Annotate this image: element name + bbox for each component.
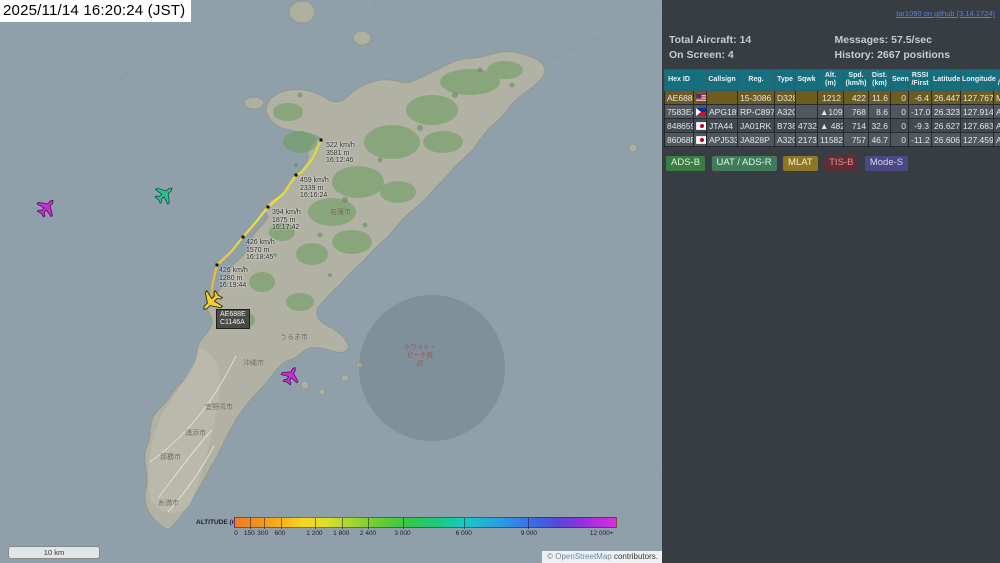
col-callsign[interactable]: Callsign <box>706 69 738 91</box>
stat-history: History: 2667 positions <box>834 49 951 61</box>
table-row-86068f[interactable]: 86068F APJ533 JA828P A320 2173 11582 757… <box>664 132 1000 147</box>
basemap-svg[interactable] <box>0 0 662 563</box>
table-row-848659[interactable]: 848659 JTA44 JA01RK B738 4732 ▲ 4823 714… <box>664 118 1000 133</box>
legend-mlat[interactable]: MLAT <box>783 155 818 171</box>
trail-label-4: 426 km/h 1570 m 16:18:45 <box>246 239 275 261</box>
stat-total-aircraft: Total Aircraft: 14 <box>669 34 752 46</box>
stat-messages: Messages: 57.5/sec <box>834 34 932 46</box>
selected-aircraft-label[interactable]: AE688E C1146A <box>216 309 250 329</box>
legend-modes[interactable]: Mode-S <box>864 155 909 171</box>
trail-label-5: 426 km/h 1280 m 16:19:44 <box>219 267 248 289</box>
legend-tisb[interactable]: TIS-B <box>824 155 859 171</box>
stats-block: Total Aircraft: 14 On Screen: 4 Messages… <box>662 33 1000 63</box>
table-header-row: Hex ID Callsign Reg. Type Sqwk Alt. (m) … <box>664 69 1000 91</box>
legend-uat-adsr[interactable]: UAT / ADS-R <box>711 155 777 171</box>
col-hex[interactable]: Hex ID <box>664 69 694 91</box>
us-flag-icon <box>696 94 706 103</box>
col-flag[interactable] <box>693 69 707 91</box>
trail-label-2: 459 km/h 2339 m 16:16:24 <box>300 177 329 199</box>
github-version-link[interactable]: tar1090 on github (3.14.1724) <box>896 9 995 18</box>
place-label-okinawa-city: 沖縄市 <box>243 360 264 367</box>
table-row-ae688e[interactable]: AE688E 15-3086 D328 1212 422 11.6 0 -6.4… <box>664 90 1000 105</box>
place-label-nago: 名護市 <box>330 209 351 216</box>
col-type[interactable]: Type <box>774 69 796 91</box>
aircraft-table: Hex ID Callsign Reg. Type Sqwk Alt. (m) … <box>664 69 1000 147</box>
col-lon[interactable]: Longitude <box>960 69 996 91</box>
map-scale-bar: 10 km <box>8 546 100 559</box>
green-aircraft-icon[interactable] <box>151 180 179 208</box>
col-reg[interactable]: Reg. <box>737 69 775 91</box>
osm-attribution-link[interactable]: © OpenStreetMap <box>547 552 612 561</box>
clock: 2025/11/14 16:20:24 (JST) <box>0 0 192 22</box>
col-spd[interactable]: Spd. (km/h) <box>843 69 869 91</box>
legend-adsb[interactable]: ADS-B <box>666 155 706 171</box>
place-label-uruma: うるま市 <box>280 334 308 341</box>
trail-label-1: 522 km/h 3581 m 16:12:46 <box>326 142 355 164</box>
sidebar: tar1090 on github (3.14.1724) Total Airc… <box>662 0 1000 563</box>
col-seen[interactable]: Seen <box>890 69 909 91</box>
stat-on-screen: On Screen: 4 <box>669 49 734 61</box>
magenta-aircraft-west-icon[interactable] <box>33 193 61 221</box>
place-label-white-beach: ホワイト・ ビーチ周辺 <box>403 344 437 367</box>
place-label-urasoe: 浦添市 <box>185 430 206 437</box>
magenta-aircraft-south-icon[interactable] <box>278 362 304 388</box>
place-label-itoman: 糸満市 <box>158 500 179 507</box>
okinawa-island <box>144 0 638 531</box>
trail-label-3: 394 km/h 1875 m 16:17:42 <box>272 209 301 231</box>
altitude-gradient-bar <box>234 517 617 529</box>
col-dist[interactable]: Dist. (km) <box>868 69 891 91</box>
map-panel[interactable]: 522 km/h 3581 m 16:12:46 459 km/h 2339 m 16:… <box>0 0 662 563</box>
col-alt[interactable]: Alt. (m) <box>817 69 844 91</box>
col-sqwk[interactable]: Sqwk <box>795 69 818 91</box>
jp-flag-icon <box>696 136 706 145</box>
col-rssi[interactable]: RSSI /First <box>908 69 932 91</box>
place-label-ginowan: 宜野湾市 <box>205 404 233 411</box>
ph-flag-icon <box>696 108 706 117</box>
place-label-naha: 那覇市 <box>160 454 181 461</box>
altitude-tick-labels: 0 150 300 600 1 200 1 800 2 400 3 000 6 … <box>234 530 614 537</box>
col-lat[interactable]: Latitude <box>931 69 961 91</box>
tar1090-app: 522 km/h 3581 m 16:12:46 459 km/h 2339 m 16:… <box>0 0 1000 563</box>
jp-flag-icon <box>696 122 706 131</box>
table-row-7583e4[interactable]: 7583E4 APG189 RP-C8975 A320 ▲10965 768 8… <box>664 104 1000 119</box>
source-type-legend: ADS-B UAT / ADS-R MLAT TIS-B Mode-S <box>666 152 1000 171</box>
restricted-zone-circle <box>359 295 505 441</box>
map-attribution: © OpenStreetMap contributors. <box>542 551 662 563</box>
